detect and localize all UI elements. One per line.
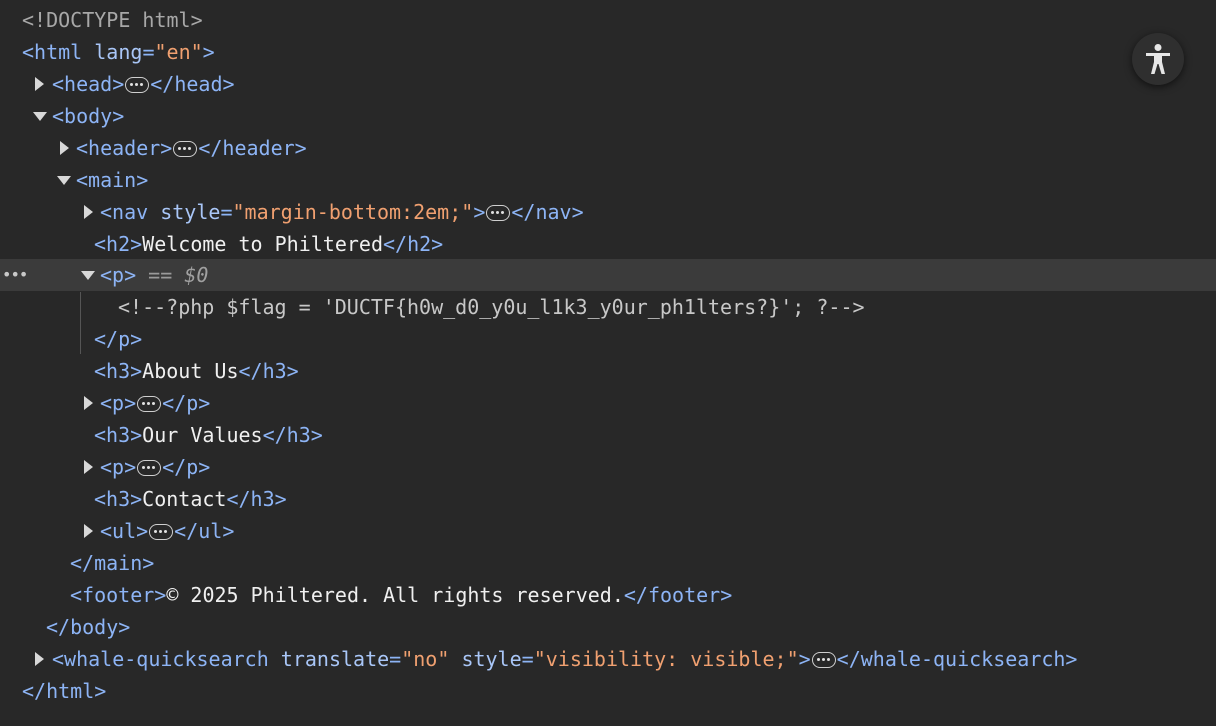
ellipsis-icon[interactable] [137,396,162,412]
main-open-tag: <main> [76,168,149,192]
triangle-right-icon[interactable] [35,652,44,666]
p-close-tag: </p> [94,327,143,351]
tree-row-body-close[interactable]: </body> [0,611,1216,643]
p-node: <p> </p> [100,391,211,415]
tree-row-h3-about[interactable]: <h3>About Us</h3> [0,355,1216,387]
h3-about-node: <h3>About Us</h3> [94,359,299,383]
footer-node: <footer>© 2025 Philtered. All rights res… [70,583,733,607]
accessibility-button[interactable] [1132,33,1184,85]
tree-row-ul[interactable]: <ul> </ul> [0,515,1216,547]
h3-contact-node: <h3>Contact</h3> [94,487,287,511]
ellipsis-icon[interactable] [173,141,198,157]
tree-row-whale-quicksearch[interactable]: <whale-quicksearch translate="no" style=… [0,643,1216,675]
header-node: <header> </header> [76,136,307,160]
tree-row-h3-contact[interactable]: <h3>Contact</h3> [0,483,1216,515]
nav-node: <nav style="margin-bottom:2em;"> </nav> [100,200,584,224]
triangle-down-icon[interactable] [57,176,71,185]
elements-tree-panel: <!DOCTYPE html> <html lang="en"> <head> <… [0,0,1216,726]
ellipsis-icon[interactable] [137,460,162,476]
tree-row-p-values[interactable]: <p> </p> [0,451,1216,483]
body-close-tag: </body> [46,615,131,639]
p-node: <p> </p> [100,455,211,479]
more-actions-icon[interactable]: ••• [2,259,28,291]
tree-row-p-about[interactable]: <p> </p> [0,387,1216,419]
h3-values-node: <h3>Our Values</h3> [94,423,323,447]
triangle-down-icon[interactable] [81,271,95,280]
tree-row-h2[interactable]: <h2>Welcome to Philtered</h2> [0,228,1216,260]
ul-node: <ul> </ul> [100,519,235,543]
tree-row-head[interactable]: <head> </head> [0,68,1216,100]
ellipsis-icon[interactable] [811,652,836,668]
triangle-right-icon[interactable] [35,77,44,91]
tree-row-footer[interactable]: <footer>© 2025 Philtered. All rights res… [0,579,1216,611]
tree-row-html[interactable]: <html lang="en"> [0,36,1216,68]
tree-row-main[interactable]: <main> [0,164,1216,196]
triangle-right-icon[interactable] [84,205,93,219]
tree-row-comment[interactable]: <!--?php $flag = 'DUCTF{h0w_d0_y0u_l1k3_… [0,291,1216,323]
php-comment-node: <!--?php $flag = 'DUCTF{h0w_d0_y0u_l1k3_… [118,295,865,319]
p-open-tag: <p> == $0 [100,263,209,287]
doctype-node: <!DOCTYPE html> [22,8,203,32]
main-close-tag: </main> [70,551,155,575]
tree-row-main-close[interactable]: </main> [0,547,1216,579]
triangle-right-icon[interactable] [84,396,93,410]
html-close-tag: </html> [22,679,107,703]
tree-row-html-close[interactable]: </html> [0,675,1216,707]
tree-row-header[interactable]: <header> </header> [0,132,1216,164]
body-open-tag: <body> [52,104,125,128]
triangle-right-icon[interactable] [84,524,93,538]
tree-row-body[interactable]: <body> [0,100,1216,132]
tree-row-doctype[interactable]: <!DOCTYPE html> [0,4,1216,36]
head-node: <head> </head> [52,72,235,96]
tree-row-nav[interactable]: <nav style="margin-bottom:2em;"> </nav> [0,196,1216,228]
tree-row-h3-values[interactable]: <h3>Our Values</h3> [0,419,1216,451]
ellipsis-icon[interactable] [149,524,174,540]
tree-row-p-selected[interactable]: ••• <p> == $0 [0,259,1216,291]
triangle-right-icon[interactable] [84,460,93,474]
ellipsis-icon[interactable] [486,205,511,221]
h2-node: <h2>Welcome to Philtered</h2> [94,232,444,256]
triangle-down-icon[interactable] [33,112,47,121]
accessibility-icon [1146,44,1170,74]
triangle-right-icon[interactable] [60,141,69,155]
ellipsis-icon[interactable] [125,77,150,93]
tree-row-p-close[interactable]: </p> [0,323,1216,355]
html-open-tag: <html lang="en"> [22,40,215,64]
whale-quicksearch-node: <whale-quicksearch translate="no" style=… [52,647,1078,671]
